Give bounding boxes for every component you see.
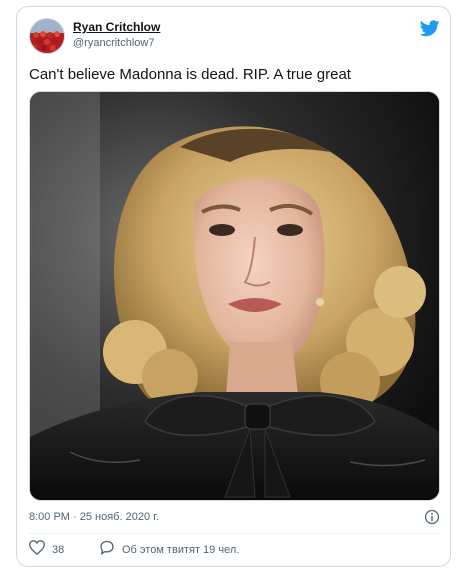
twitter-bird-icon[interactable] [419,20,440,37]
tweet-text: Can't believe Madonna is dead. RIP. A tr… [29,66,351,83]
portrait-photo-icon [30,92,439,500]
reply-button[interactable]: Об этом твитят 19 чел. [99,540,239,560]
avatar[interactable] [29,18,65,54]
tweet-header: Ryan Critchlow @ryancritchlow7 [29,18,440,58]
tweet-timestamp[interactable]: 8:00 PM · 25 нояб. 2020 г. [29,510,159,524]
like-count: 38 [52,544,65,556]
author-handle[interactable]: @ryancritchlow7 [73,36,160,50]
tweet-actions: 38 Об этом твитят 19 чел. [28,540,440,560]
divider [29,533,440,534]
info-icon[interactable] [424,509,440,525]
tweet-card[interactable]: Ryan Critchlow @ryancritchlow7 Can't bel… [16,6,451,567]
heart-icon [28,540,46,560]
like-button[interactable]: 38 [28,540,65,560]
author-block: Ryan Critchlow @ryancritchlow7 [73,20,160,50]
crowd-photo-avatar-icon [30,19,64,53]
author-display-name[interactable]: Ryan Critchlow [73,20,160,34]
tweet-photo[interactable] [29,91,440,501]
timestamp-row: 8:00 PM · 25 нояб. 2020 г. [29,509,440,527]
reply-label: Об этом твитят 19 чел. [122,544,240,556]
speech-bubble-icon [99,540,115,560]
